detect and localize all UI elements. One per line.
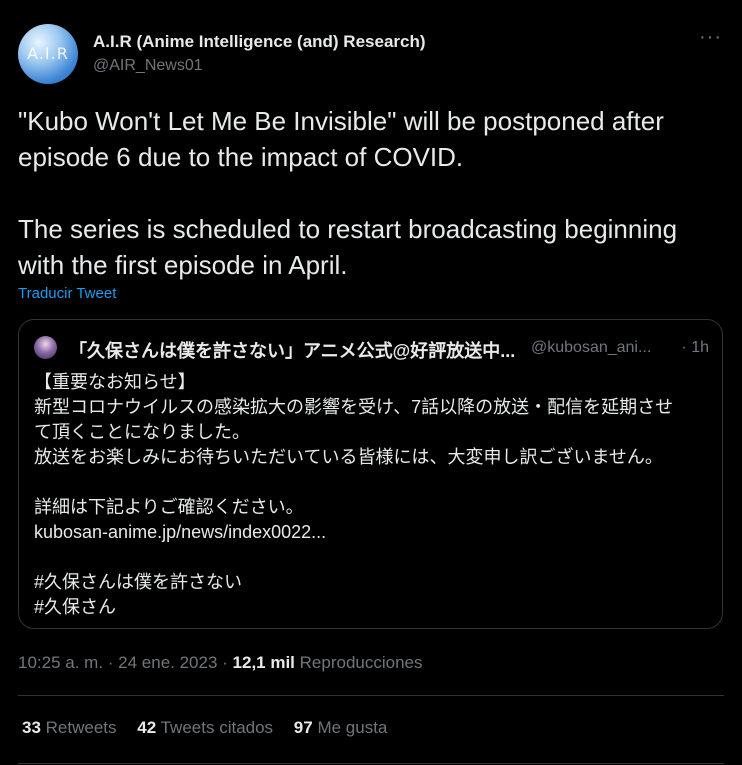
divider	[18, 695, 724, 696]
quotes-label: Tweets citados	[160, 718, 274, 737]
quoted-hashtag[interactable]: #久保さん	[34, 595, 714, 620]
quoted-link[interactable]: kubosan-anime.jp/news/index0022...	[34, 520, 714, 545]
quoted-author-avatar[interactable]	[34, 336, 57, 359]
retweets-stat[interactable]: 33 Retweets	[22, 718, 117, 738]
likes-label: Me gusta	[317, 718, 388, 737]
quoted-author-name: 「久保さんは僕を許さない」アニメ公式@好評放送中...	[69, 341, 516, 361]
tweet-meta: 10:25 a. m. · 24 ene. 2023 · 12,1 mil Re…	[18, 653, 423, 673]
retweets-label: Retweets	[45, 718, 117, 737]
avatar-logo-text: A.I.R	[27, 44, 69, 63]
views-label: Reproducciones	[299, 653, 423, 672]
quoted-author-handle: @kubosan_ani...	[531, 339, 652, 356]
quoted-text-line: 【重要なお知らせ】	[34, 372, 196, 392]
quoted-tweet-text: 【重要なお知らせ】 新型コロナウイルスの感染拡大の影響を受け、7話以降の放送・配…	[34, 370, 714, 620]
quotes-count: 42	[137, 718, 157, 737]
tweet-timestamp[interactable]: 10:25 a. m. · 24 ene. 2023 ·	[18, 653, 233, 672]
tweet-header: A.I.R A.I.R (Anime Intelligence (and) Re…	[18, 22, 724, 86]
quoted-text-line: 詳細は下記よりご確認ください。	[34, 497, 304, 517]
translate-tweet-link[interactable]: Traducir Tweet	[18, 285, 116, 302]
quoted-text-line	[34, 545, 714, 570]
likes-stat[interactable]: 97 Me gusta	[294, 718, 388, 738]
tweet-stats: 33 Retweets 42 Tweets citados 97 Me gust…	[22, 718, 403, 738]
likes-count: 97	[293, 718, 313, 737]
views-count: 12,1 mil	[232, 653, 295, 672]
quote-tweets-stat[interactable]: 42 Tweets citados	[137, 718, 273, 738]
divider	[18, 763, 724, 764]
quoted-hashtag[interactable]: #久保さんは僕を許さない	[34, 570, 714, 595]
quoted-tweet[interactable]: 「久保さんは僕を許さない」アニメ公式@好評放送中... @kubosan_ani…	[18, 319, 723, 629]
quoted-text-line: 新型コロナウイルスの感染拡大の影響を受け、7話以降の放送・配信を延期させ	[34, 397, 674, 417]
tweet-text: "Kubo Won't Let Me Be Invisible" will be…	[18, 106, 678, 280]
author-name[interactable]: A.I.R (Anime Intelligence (and) Research…	[93, 32, 426, 52]
quoted-timestamp: · 1h	[681, 339, 709, 356]
quoted-text-line: て頂くことになりました。	[34, 422, 250, 442]
quoted-text-line: 放送をお楽しみにお待ちいただいている皆様には、大変申し訳ございません。	[34, 447, 663, 467]
author-avatar[interactable]: A.I.R	[18, 24, 78, 84]
author-handle[interactable]: @AIR_News01	[93, 57, 203, 75]
more-options-icon[interactable]: ···	[699, 26, 722, 49]
quoted-text-line	[34, 470, 714, 495]
retweets-count: 33	[22, 718, 41, 737]
